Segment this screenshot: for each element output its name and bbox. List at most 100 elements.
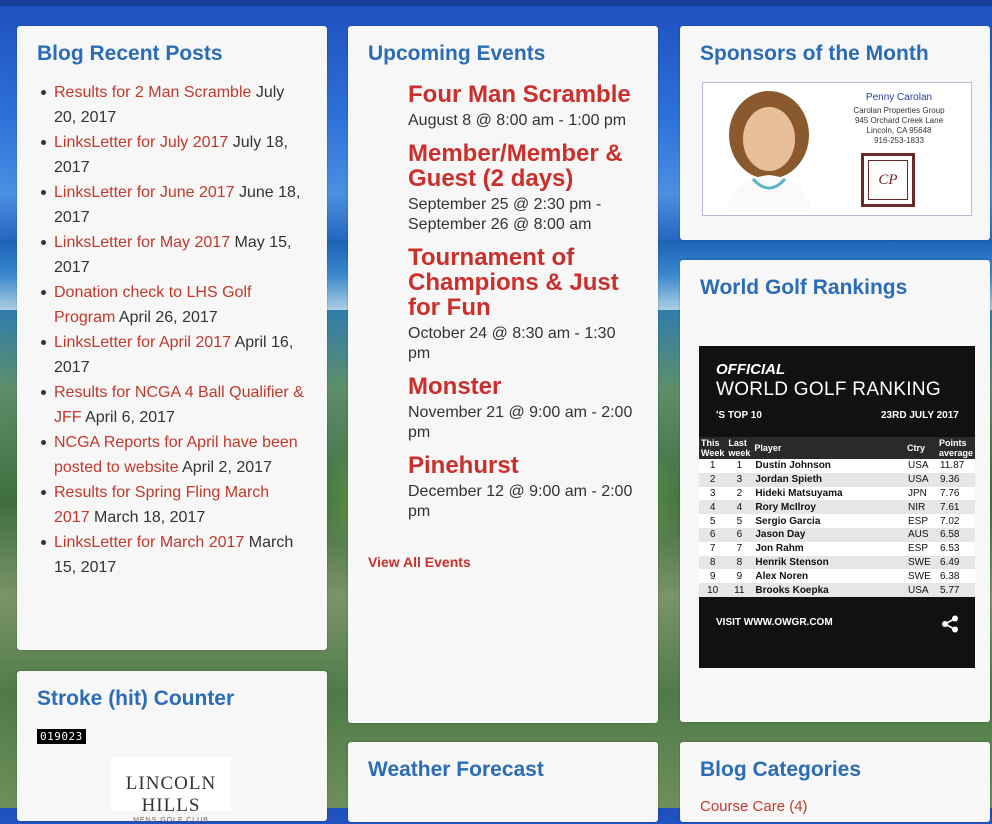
col-country: Ctry [904, 437, 937, 459]
owgr-ranking-card[interactable]: OFFICIAL WORLD GOLF RANKING 'S TOP 10 23… [699, 346, 975, 668]
rank-points: 6.38 [936, 569, 975, 584]
rank-this-week: 9 [699, 569, 727, 584]
rank-this-week: 2 [699, 472, 727, 487]
rank-this-week: 6 [699, 527, 727, 542]
page-top-bar [0, 0, 992, 6]
post-link[interactable]: LinksLetter for March 2017 [54, 534, 244, 551]
rank-points: 11.87 [936, 459, 975, 473]
share-icon[interactable] [940, 615, 960, 633]
rank-points: 6.53 [936, 541, 975, 556]
event-title-link[interactable]: Monster [408, 374, 640, 399]
rank-points: 7.61 [936, 500, 975, 515]
rank-player: Sergio Garcia [752, 514, 905, 528]
view-all-events-link[interactable]: View All Events [368, 554, 640, 570]
rank-last-week: 9 [726, 569, 753, 584]
rank-country: ESP [904, 514, 937, 528]
widget-title: Weather Forecast [368, 758, 544, 781]
ranking-row: 10 11 Brooks Koepka USA 5.77 [699, 583, 975, 597]
post-link[interactable]: LinksLetter for June 2017 [54, 184, 235, 201]
col-points: Points average [936, 437, 975, 459]
sponsor-name: Penny Carolan [865, 92, 933, 103]
rank-points: 7.76 [936, 486, 975, 501]
ranking-row: 6 6 Jason Day AUS 6.58 [699, 527, 975, 542]
event-title-link[interactable]: Four Man Scramble [408, 82, 640, 107]
rank-points: 9.36 [936, 472, 975, 487]
event-item: Member/Member & Guest (2 days) September … [408, 141, 640, 235]
logo-line-1: LINCOLN HILLS [125, 773, 217, 816]
event-date: December 12 @ 9:00 am - 2:00 pm [408, 483, 633, 520]
rank-last-week: 5 [726, 514, 753, 528]
rank-player: Dustin Johnson [752, 459, 905, 473]
rank-country: SWE [904, 555, 937, 570]
event-item: Pinehurst December 12 @ 9:00 am - 2:00 pm [408, 453, 640, 522]
owgr-visit-link[interactable]: VISIT WWW.OWGR.COM [716, 617, 833, 628]
rank-this-week: 7 [699, 541, 727, 556]
post-date: April 6, 2017 [81, 409, 175, 426]
owgr-date: 23RD JULY 2017 [881, 410, 959, 421]
category-item[interactable]: Course Care (4) [700, 798, 972, 815]
post-item: Donation check to LHS Golf Program April… [41, 280, 309, 330]
event-date: October 24 @ 8:30 am - 1:30 pm [408, 325, 616, 362]
hit-counter: 019023 [37, 729, 86, 744]
event-title-link[interactable]: Tournament of Champions & Just for Fun [408, 245, 640, 320]
rank-country: JPN [904, 486, 937, 501]
rank-player: Rory McIlroy [752, 500, 905, 515]
blog-recent-posts-widget: Blog Recent Posts Results for 2 Man Scra… [17, 26, 327, 650]
ranking-row: 2 3 Jordan Spieth USA 9.36 [699, 472, 975, 487]
rank-this-week: 1 [699, 459, 727, 473]
widget-title: World Golf Rankings [700, 276, 908, 299]
post-item: LinksLetter for March 2017 March 15, 201… [41, 530, 309, 580]
event-title-link[interactable]: Pinehurst [408, 453, 640, 478]
rank-country: USA [904, 459, 937, 473]
rank-player: Jon Rahm [752, 541, 905, 556]
post-link[interactable]: Results for 2 Man Scramble [54, 84, 251, 101]
rank-last-week: 7 [726, 541, 753, 556]
post-item: Results for NCGA 4 Ball Qualifier & JFF … [41, 380, 309, 430]
post-item: NCGA Reports for April have been posted … [41, 430, 309, 480]
sponsor-city: Lincoln, CA 95648 [866, 126, 932, 135]
sponsor-street: 945 Orchard Creek Lane [854, 116, 944, 125]
post-item: LinksLetter for May 2017 May 15, 2017 [41, 230, 309, 280]
col-last-week: Last week [726, 437, 753, 459]
rank-country: AUS [904, 527, 937, 542]
event-item: Four Man Scramble August 8 @ 8:00 am - 1:… [408, 82, 640, 131]
rank-points: 6.58 [936, 527, 975, 542]
rank-player: Alex Noren [752, 569, 905, 584]
sponsors-widget: Sponsors of the Month Penny Carolan Caro… [680, 26, 990, 240]
event-date: November 21 @ 9:00 am - 2:00 pm [408, 404, 633, 441]
post-date: March 18, 2017 [89, 509, 206, 526]
rank-player: Jordan Spieth [752, 472, 905, 487]
widget-title: Blog Categories [700, 758, 862, 781]
rank-this-week: 8 [699, 555, 727, 570]
owgr-top10-label: 'S TOP 10 [716, 410, 762, 421]
widget-title: Sponsors of the Month [700, 42, 929, 65]
ranking-row: 7 7 Jon Rahm ESP 6.53 [699, 541, 975, 556]
rank-last-week: 2 [726, 486, 753, 501]
rank-player: Henrik Stenson [752, 555, 905, 570]
post-link[interactable]: LinksLetter for May 2017 [54, 234, 230, 251]
rank-player: Hideki Matsuyama [752, 486, 905, 501]
widget-title: Stroke (hit) Counter [37, 687, 235, 710]
owgr-heading: WORLD GOLF RANKING [716, 379, 941, 400]
ranking-row: 5 5 Sergio Garcia ESP 7.02 [699, 514, 975, 528]
post-item: Results for 2 Man Scramble July 20, 2017 [41, 80, 309, 130]
post-link[interactable]: LinksLetter for April 2017 [54, 334, 231, 351]
sponsor-ad[interactable]: Penny Carolan Carolan Properties Group 9… [702, 82, 972, 216]
sponsor-logo-text: CP [868, 160, 908, 200]
world-golf-rankings-widget: World Golf Rankings OFFICIAL WORLD GOLF … [680, 260, 990, 722]
post-date: April 2, 2017 [178, 459, 272, 476]
rank-country: ESP [904, 541, 937, 556]
owgr-official-label: OFFICIAL [716, 361, 786, 378]
rank-this-week: 5 [699, 514, 727, 528]
event-title-link[interactable]: Member/Member & Guest (2 days) [408, 141, 640, 191]
event-date: September 25 @ 2:30 pm - September 26 @ … [408, 196, 602, 233]
sponsor-photo [709, 87, 827, 211]
ranking-table: This Week Last week Player Ctry Points a… [699, 437, 975, 597]
rank-last-week: 6 [726, 527, 753, 542]
ranking-row: 9 9 Alex Noren SWE 6.38 [699, 569, 975, 584]
ranking-body: 1 1 Dustin Johnson USA 11.87 2 3 Jordan Spieth U… [699, 459, 975, 597]
post-link[interactable]: LinksLetter for July 2017 [54, 134, 228, 151]
event-date: August 8 @ 8:00 am - 1:00 pm [408, 112, 627, 129]
ranking-row: 8 8 Henrik Stenson SWE 6.49 [699, 555, 975, 570]
ranking-header-row: This Week Last week Player Ctry Points a… [699, 437, 975, 459]
